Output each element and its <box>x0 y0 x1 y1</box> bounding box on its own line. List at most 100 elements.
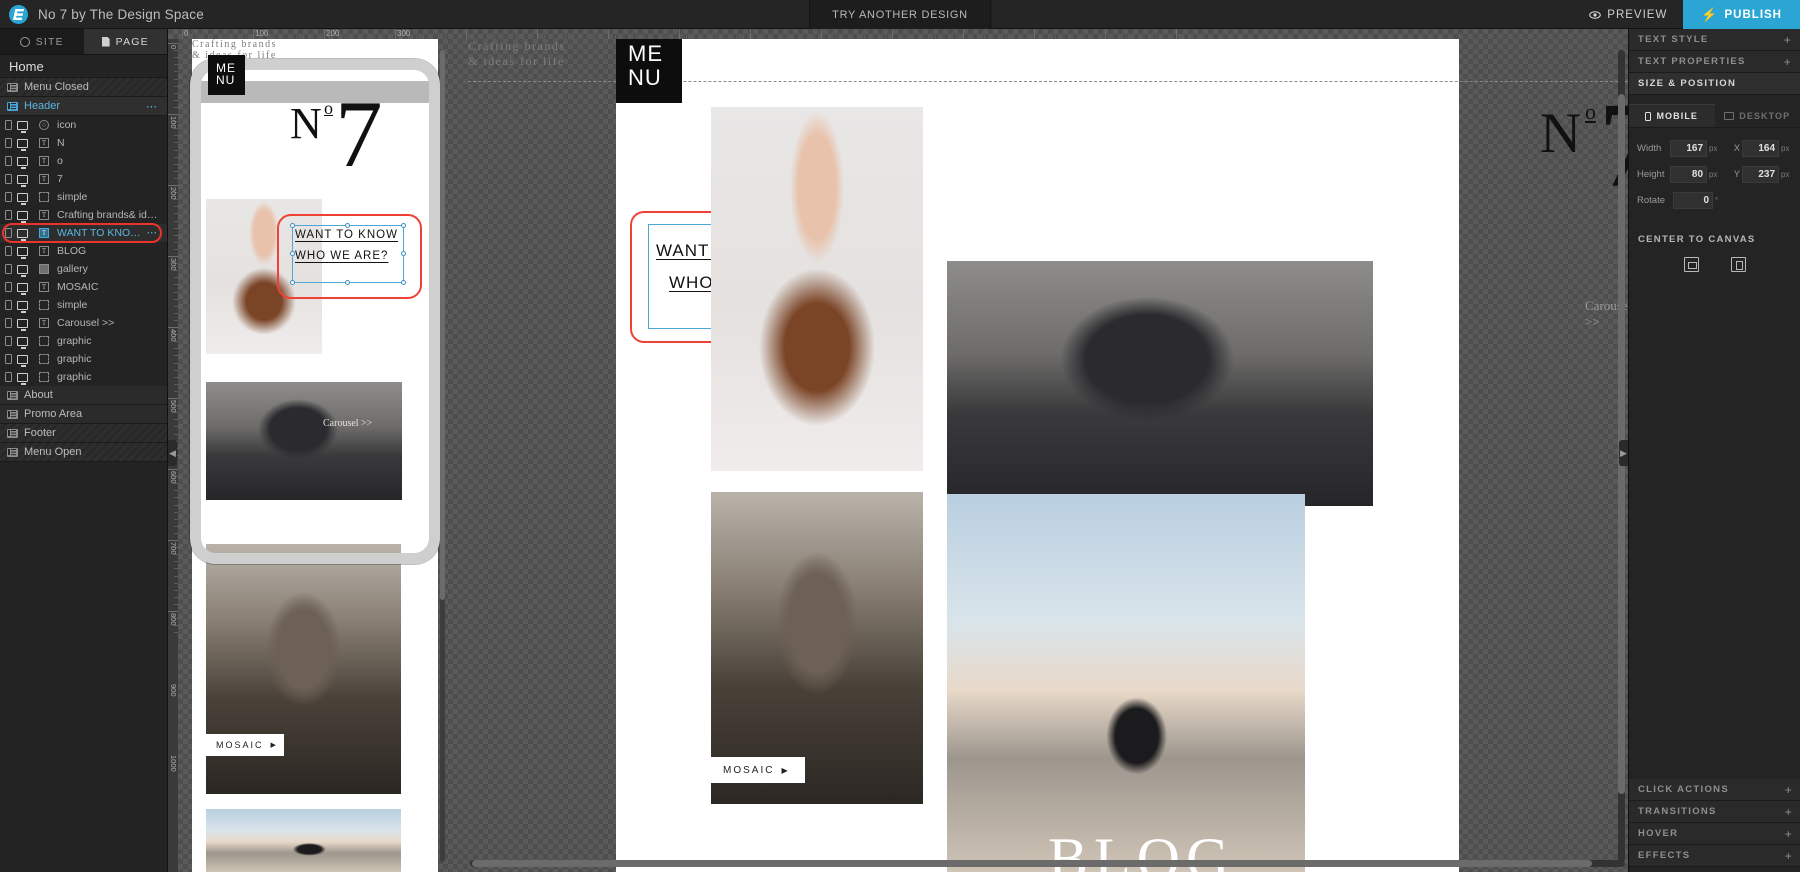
plus-icon[interactable]: + <box>1784 33 1792 47</box>
mobile-visibility-icon[interactable] <box>5 138 12 148</box>
mobile-visibility-icon[interactable] <box>5 264 12 274</box>
layer-row[interactable]: T MOSAIC <box>0 278 167 296</box>
layer-row[interactable]: T Carousel >> <box>0 314 167 332</box>
desktop-menu-button[interactable]: ME NU <box>616 39 682 103</box>
desktop-visibility-icon[interactable] <box>17 138 28 151</box>
mobile-visibility-icon[interactable] <box>5 210 12 220</box>
plus-icon[interactable]: + <box>1784 55 1792 69</box>
accordion-size-and-position[interactable]: SIZE & POSITION <box>1629 73 1800 95</box>
accordion-transitions[interactable]: TRANSITIONS + <box>1629 801 1800 823</box>
brand-letter-o[interactable]: o <box>1585 101 1596 123</box>
ruler-top[interactable]: 0 100 200 300 <box>168 29 1628 39</box>
collapse-left-panel-button[interactable]: ◀ <box>168 440 177 466</box>
resize-handle-tl[interactable] <box>290 223 295 228</box>
photo-street-portrait[interactable] <box>206 382 402 500</box>
brand-letter-n[interactable]: N <box>1540 105 1581 162</box>
canvas-horizontal-scrollbar[interactable] <box>470 860 1625 867</box>
layer-row[interactable]: simple <box>0 296 167 314</box>
desktop-visibility-icon[interactable] <box>17 318 28 331</box>
collapse-right-panel-button[interactable]: ▶ <box>1619 440 1628 466</box>
plus-icon[interactable]: + <box>1785 805 1793 819</box>
y-input[interactable]: 237 <box>1741 166 1780 183</box>
sidebar-section-footer[interactable]: Footer <box>0 424 167 443</box>
layer-row[interactable]: graphic <box>0 368 167 386</box>
preview-button[interactable]: PREVIEW <box>1573 0 1683 29</box>
desktop-visibility-icon[interactable] <box>17 228 28 241</box>
desktop-visibility-icon[interactable] <box>17 246 28 259</box>
sidebar-section-menu-closed[interactable]: Menu Closed <box>0 78 167 97</box>
layer-row[interactable]: T N <box>0 134 167 152</box>
desktop-visibility-icon[interactable] <box>17 354 28 367</box>
accordion-click-actions[interactable]: CLICK ACTIONS + <box>1629 779 1800 801</box>
mobile-visibility-icon[interactable] <box>5 192 12 202</box>
resize-handle-bl[interactable] <box>290 280 295 285</box>
desktop-visibility-icon[interactable] <box>17 156 28 169</box>
layer-row-want-to-know[interactable]: T WANT TO KNOWWH... ⋯ <box>0 223 167 243</box>
layer-row[interactable]: T BLOG <box>0 242 167 260</box>
mobile-canvas[interactable]: ME NU N o 7 Crafting brands & ideas for … <box>178 39 468 872</box>
mobile-visibility-icon[interactable] <box>5 354 12 364</box>
tab-page[interactable]: PAGE <box>83 29 167 54</box>
selected-text-line-2[interactable]: WHO WE ARE? <box>295 250 388 262</box>
desktop-visibility-icon[interactable] <box>17 192 28 205</box>
desktop-visibility-icon[interactable] <box>17 336 28 349</box>
desktop-visibility-icon[interactable] <box>17 300 28 313</box>
photo-beach[interactable] <box>947 494 1305 872</box>
try-another-design-button[interactable]: TRY ANOTHER DESIGN <box>809 0 991 29</box>
plus-icon[interactable]: + <box>1785 783 1793 797</box>
mobile-visibility-icon[interactable] <box>5 336 12 346</box>
layer-menu-button[interactable]: ⋯ <box>147 227 159 239</box>
layer-row[interactable]: simple <box>0 188 167 206</box>
layer-row[interactable]: gallery <box>0 260 167 278</box>
accordion-hover[interactable]: HOVER + <box>1629 823 1800 845</box>
brand-letter-n[interactable]: N <box>290 102 322 146</box>
accordion-effects[interactable]: EFFECTS + <box>1629 845 1800 867</box>
mobile-visibility-icon[interactable] <box>5 174 12 184</box>
width-input[interactable]: 167 <box>1669 140 1708 157</box>
layer-row[interactable]: T o <box>0 152 167 170</box>
sidebar-section-menu-open[interactable]: Menu Open <box>0 443 167 462</box>
tab-mobile[interactable]: MOBILE <box>1629 104 1715 127</box>
mobile-visibility-icon[interactable] <box>5 120 12 130</box>
mobile-visibility-icon[interactable] <box>5 228 12 238</box>
mosaic-label-desktop[interactable]: MOSAIC ▶ <box>711 757 805 783</box>
mobile-menu-button[interactable]: ME NU <box>208 55 245 95</box>
resize-handle-tr[interactable] <box>401 223 406 228</box>
carousel-label-mobile[interactable]: Carousel >> <box>323 418 372 429</box>
section-menu-button[interactable]: ⋯ <box>146 100 158 113</box>
resize-handle-t[interactable] <box>345 223 350 228</box>
desktop-visibility-icon[interactable] <box>17 210 28 223</box>
sidebar-section-about[interactable]: About <box>0 386 167 405</box>
webflow-style-logo-icon[interactable] <box>9 4 28 24</box>
mobile-stage-scrollbar[interactable] <box>440 50 445 862</box>
mobile-visibility-icon[interactable] <box>5 300 12 310</box>
layer-row[interactable]: ○ icon <box>0 116 167 134</box>
tagline-line-1[interactable]: Crafting brands <box>192 39 438 50</box>
mobile-visibility-icon[interactable] <box>5 372 12 382</box>
accordion-text-properties[interactable]: TEXT PROPERTIES + <box>1629 51 1800 73</box>
layer-row[interactable]: T Crafting brands& ideas ... <box>0 206 167 224</box>
resize-handle-r[interactable] <box>401 251 406 256</box>
selected-text-line-1[interactable]: WANT TO KNOW <box>295 229 398 241</box>
layer-row[interactable]: graphic <box>0 332 167 350</box>
desktop-visibility-icon[interactable] <box>17 372 28 385</box>
mosaic-label-mobile[interactable]: MOSAIC ▶ <box>206 734 284 756</box>
desktop-canvas[interactable]: ME NU N o 7 Crafting brands & ideas for … <box>468 39 1628 872</box>
height-input[interactable]: 80 <box>1669 166 1708 183</box>
sidebar-section-header[interactable]: Header ⋯ <box>0 97 167 116</box>
mobile-visibility-icon[interactable] <box>5 156 12 166</box>
desktop-visibility-icon[interactable] <box>17 120 28 133</box>
x-input[interactable]: 164 <box>1741 140 1780 157</box>
plus-icon[interactable]: + <box>1785 827 1793 841</box>
resize-handle-br[interactable] <box>401 280 406 285</box>
rotate-input[interactable]: 0 <box>1673 192 1713 209</box>
mobile-visibility-icon[interactable] <box>5 282 12 292</box>
photo-street-portrait[interactable] <box>947 261 1373 506</box>
publish-button[interactable]: ⚡ PUBLISH <box>1683 0 1800 29</box>
plus-icon[interactable]: + <box>1785 849 1793 863</box>
mobile-visibility-icon[interactable] <box>5 246 12 256</box>
center-horizontal-icon[interactable] <box>1684 257 1699 272</box>
center-vertical-icon[interactable] <box>1731 257 1746 272</box>
tab-site[interactable]: SITE <box>0 29 84 54</box>
accordion-text-style[interactable]: TEXT STYLE + <box>1629 29 1800 51</box>
